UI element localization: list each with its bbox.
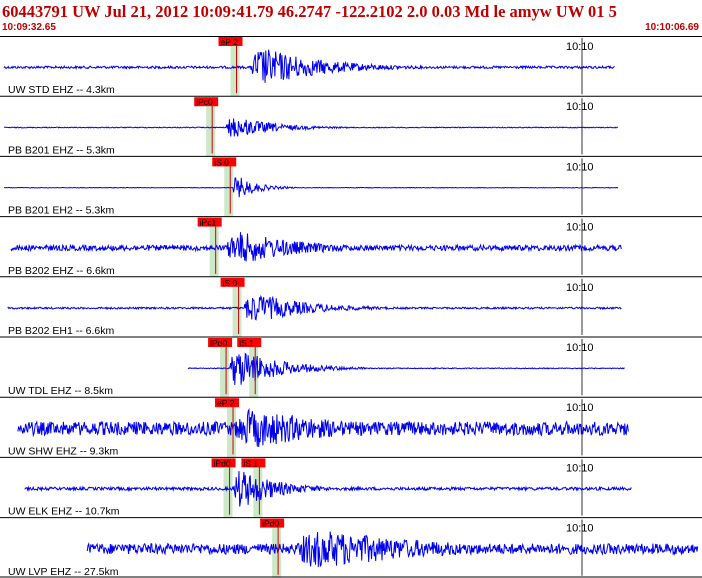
- tick-label: 10:10: [566, 41, 594, 53]
- trace-panel[interactable]: 10:10 iS 0 PB B201 EH2 -- 5.3km: [0, 155, 702, 217]
- station-label: UW TDL EHZ -- 8.5km: [8, 385, 113, 397]
- station-label: UW STD EHZ -- 4.3km: [8, 84, 115, 96]
- tick-label: 10:10: [566, 342, 594, 354]
- event-header: 60443791 UW Jul 21, 2012 10:09:41.79 46.…: [0, 0, 702, 37]
- pick-label: iS 0: [223, 278, 238, 288]
- station-label: PB B202 EHZ -- 6.6km: [8, 265, 115, 277]
- tick-label: 10:10: [566, 523, 594, 535]
- station-label: UW ELK EHZ -- 10.7km: [8, 506, 120, 518]
- pick-label: iS 1: [243, 458, 258, 468]
- waveform: [4, 118, 619, 137]
- window-start-time: 10:09:32.65: [2, 22, 56, 33]
- waveform: [7, 294, 622, 321]
- trace-panel[interactable]: 10:10 iPc1 PB B202 EHZ -- 6.6km: [0, 216, 702, 277]
- waveform: [3, 177, 619, 198]
- station-label: PB B201 EH2 -- 5.3km: [8, 205, 114, 217]
- trace-panel[interactable]: 10:10 iPd0 iS 1 UW ELK EHZ -- 10.7km: [0, 456, 702, 518]
- pick-label: iPd0: [262, 519, 279, 529]
- waveform: [3, 49, 615, 83]
- station-label: UW LVP EHZ -- 27.5km: [8, 566, 119, 578]
- waveform: [17, 407, 629, 448]
- waveform: [86, 531, 699, 568]
- trace-panel[interactable]: 10:10 iS 0 PB B202 EH1 -- 6.6km: [0, 276, 702, 337]
- station-label: PB B202 EH1 -- 6.6km: [8, 325, 114, 337]
- tick-label: 10:10: [566, 402, 594, 414]
- pick-label: iPd0: [214, 458, 231, 468]
- window-end-time: 10:10:06.69: [645, 22, 699, 33]
- pick-label: eP 2: [220, 37, 238, 47]
- event-title: 60443791 UW Jul 21, 2012 10:09:41.79 46.…: [2, 2, 617, 21]
- pick-label: iPc1: [200, 218, 217, 228]
- pick-label: iS 1: [239, 338, 254, 348]
- waveform: [10, 232, 622, 262]
- seismogram-panel[interactable]: 10:10 eP 2 UW STD EHZ -- 4.3km 10:10 iPc0 PB …: [0, 36, 702, 578]
- trace-panel[interactable]: 10:10 eP 2 UW SHW EHZ -- 9.3km: [0, 396, 702, 458]
- trace-panel[interactable]: 10:10 eP 2 UW STD EHZ -- 4.3km: [0, 36, 702, 97]
- pick-label: iPd0: [210, 338, 227, 348]
- trace-panel[interactable]: 10:10 iPc0 PB B201 EHZ -- 5.3km: [0, 95, 702, 157]
- station-label: UW SHW EHZ -- 9.3km: [8, 445, 118, 457]
- pick-label: eP 2: [217, 398, 235, 408]
- station-label: PB B201 EHZ -- 5.3km: [8, 144, 115, 156]
- tick-label: 10:10: [566, 222, 594, 234]
- pick-label: iS 0: [214, 157, 229, 167]
- tick-label: 10:10: [566, 462, 594, 474]
- pick-label: iPc0: [196, 97, 213, 107]
- tick-label: 10:10: [566, 101, 594, 113]
- tick-label: 10:10: [566, 161, 594, 173]
- waveform: [24, 471, 632, 507]
- tick-label: 10:10: [566, 282, 594, 294]
- trace-panel[interactable]: 10:10 iPd0 iS 1 UW TDL EHZ -- 8.5km: [0, 336, 702, 398]
- trace-panel[interactable]: 10:10 iPd0 UW LVP EHZ -- 27.5km: [0, 517, 702, 578]
